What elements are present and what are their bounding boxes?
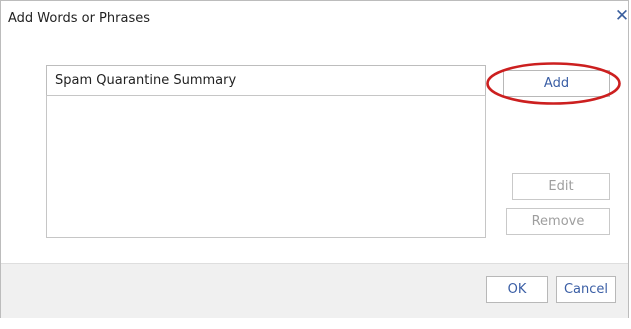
- dialog-title: Add Words or Phrases: [8, 11, 150, 26]
- phrase-input[interactable]: [46, 65, 486, 96]
- phrase-list[interactable]: [46, 95, 486, 238]
- dialog-content: Add Edit Remove: [1, 39, 628, 261]
- add-words-dialog: Add Words or Phrases ✕ Add Edit Remove O…: [0, 0, 629, 318]
- cancel-button[interactable]: Cancel: [556, 276, 616, 303]
- title-bar: Add Words or Phrases ✕: [1, 1, 630, 39]
- ok-button[interactable]: OK: [486, 276, 548, 303]
- remove-button[interactable]: Remove: [506, 208, 610, 235]
- add-button[interactable]: Add: [503, 70, 610, 97]
- close-icon[interactable]: ✕: [614, 5, 630, 27]
- edit-button[interactable]: Edit: [512, 173, 610, 200]
